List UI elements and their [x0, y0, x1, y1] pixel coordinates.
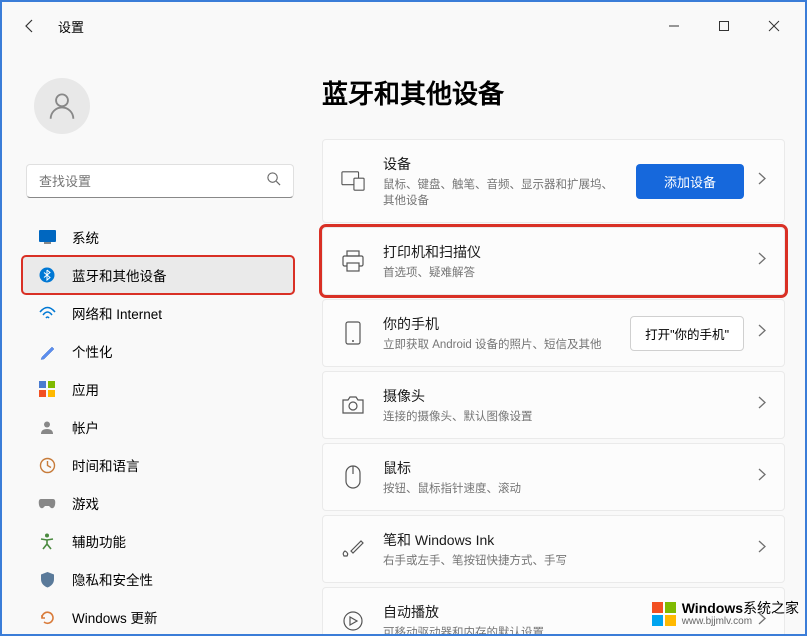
card-subtitle: 鼠标、键盘、触笔、音频、显示器和扩展坞、其他设备 — [383, 176, 618, 208]
card-title: 你的手机 — [383, 314, 612, 334]
watermark-brand: Windows — [682, 600, 743, 616]
chevron-right-icon — [758, 468, 766, 486]
sidebar-item-label: 个性化 — [72, 341, 113, 361]
sidebar-item-accessibility[interactable]: 辅助功能 — [22, 522, 294, 560]
bluetooth-icon — [38, 266, 56, 284]
app-title: 设置 — [58, 17, 84, 36]
search-box[interactable] — [26, 164, 294, 198]
sidebar-item-label: 辅助功能 — [72, 531, 126, 551]
card-subtitle: 按钮、鼠标指针速度、滚动 — [383, 480, 740, 496]
card-subtitle: 连接的摄像头、默认图像设置 — [383, 408, 740, 424]
devices-icon — [341, 169, 365, 193]
back-button[interactable] — [10, 6, 50, 46]
camera-icon — [341, 393, 365, 417]
card-title: 笔和 Windows Ink — [383, 530, 740, 550]
sidebar-item-bluetooth[interactable]: 蓝牙和其他设备 — [22, 256, 294, 294]
accounts-icon — [38, 418, 56, 436]
network-icon — [38, 304, 56, 322]
personalization-icon — [38, 342, 56, 360]
mouse-icon — [341, 465, 365, 489]
open-your-phone-button[interactable]: 打开"你的手机" — [630, 316, 744, 351]
sidebar-item-privacy[interactable]: 隐私和安全性 — [22, 560, 294, 598]
minimize-button[interactable] — [651, 10, 697, 42]
sidebar-item-label: 蓝牙和其他设备 — [72, 265, 167, 285]
avatar[interactable] — [34, 78, 90, 134]
watermark: Windows系统之家 www.bjjmlv.com — [650, 600, 799, 628]
card-devices[interactable]: 设备 鼠标、键盘、触笔、音频、显示器和扩展坞、其他设备 添加设备 — [322, 139, 785, 223]
sidebar-item-time-language[interactable]: 时间和语言 — [22, 446, 294, 484]
phone-icon — [341, 321, 365, 345]
pen-ink-icon — [341, 537, 365, 561]
card-your-phone[interactable]: 你的手机 立即获取 Android 设备的照片、短信及其他 打开"你的手机" — [322, 299, 785, 367]
card-title: 打印机和扫描仪 — [383, 242, 740, 262]
system-icon — [38, 228, 56, 246]
watermark-suffix: 系统之家 — [743, 600, 799, 616]
gaming-icon — [38, 494, 56, 512]
sidebar-item-personalization[interactable]: 个性化 — [22, 332, 294, 370]
watermark-url: www.bjjmlv.com — [682, 616, 799, 627]
search-input[interactable] — [39, 174, 266, 189]
sidebar-item-label: 隐私和安全性 — [72, 569, 153, 589]
sidebar-item-label: 应用 — [72, 379, 99, 399]
page-title: 蓝牙和其他设备 — [322, 74, 785, 111]
chevron-right-icon — [758, 252, 766, 270]
sidebar-item-network[interactable]: 网络和 Internet — [22, 294, 294, 332]
apps-icon — [38, 380, 56, 398]
sidebar-item-accounts[interactable]: 帐户 — [22, 408, 294, 446]
sidebar-item-label: 时间和语言 — [72, 455, 140, 475]
card-cameras[interactable]: 摄像头 连接的摄像头、默认图像设置 — [322, 371, 785, 439]
time-language-icon — [38, 456, 56, 474]
sidebar-item-label: 网络和 Internet — [72, 303, 162, 323]
windows-logo-icon — [650, 600, 678, 628]
card-subtitle: 立即获取 Android 设备的照片、短信及其他 — [383, 336, 612, 352]
sidebar-item-system[interactable]: 系统 — [22, 218, 294, 256]
chevron-right-icon — [758, 540, 766, 558]
main-content: 蓝牙和其他设备 设备 鼠标、键盘、触笔、音频、显示器和扩展坞、其他设备 添加设备… — [310, 50, 805, 634]
card-title: 鼠标 — [383, 458, 740, 478]
sidebar-item-gaming[interactable]: 游戏 — [22, 484, 294, 522]
card-title: 设备 — [383, 154, 618, 174]
card-subtitle: 右手或左手、笔按钮快捷方式、手写 — [383, 552, 740, 568]
chevron-right-icon — [758, 324, 766, 342]
add-device-button[interactable]: 添加设备 — [636, 164, 744, 199]
card-subtitle: 首选项、疑难解答 — [383, 264, 740, 280]
privacy-icon — [38, 570, 56, 588]
autoplay-icon — [341, 609, 365, 633]
close-button[interactable] — [751, 10, 797, 42]
windows-update-icon — [38, 608, 56, 626]
card-title: 摄像头 — [383, 386, 740, 406]
chevron-right-icon — [758, 172, 766, 190]
search-icon — [266, 171, 281, 191]
sidebar-item-label: Windows 更新 — [72, 607, 158, 627]
printer-icon — [341, 249, 365, 273]
accessibility-icon — [38, 532, 56, 550]
sidebar: 系统 蓝牙和其他设备 网络和 Internet 个性化 应用 帐户 — [2, 50, 310, 634]
card-printers[interactable]: 打印机和扫描仪 首选项、疑难解答 — [322, 227, 785, 295]
sidebar-item-apps[interactable]: 应用 — [22, 370, 294, 408]
sidebar-item-label: 游戏 — [72, 493, 99, 513]
maximize-button[interactable] — [701, 10, 747, 42]
sidebar-item-label: 系统 — [72, 227, 99, 247]
chevron-right-icon — [758, 396, 766, 414]
card-pen-ink[interactable]: 笔和 Windows Ink 右手或左手、笔按钮快捷方式、手写 — [322, 515, 785, 583]
sidebar-item-label: 帐户 — [72, 417, 99, 437]
card-mouse[interactable]: 鼠标 按钮、鼠标指针速度、滚动 — [322, 443, 785, 511]
sidebar-item-windows-update[interactable]: Windows 更新 — [22, 598, 294, 636]
